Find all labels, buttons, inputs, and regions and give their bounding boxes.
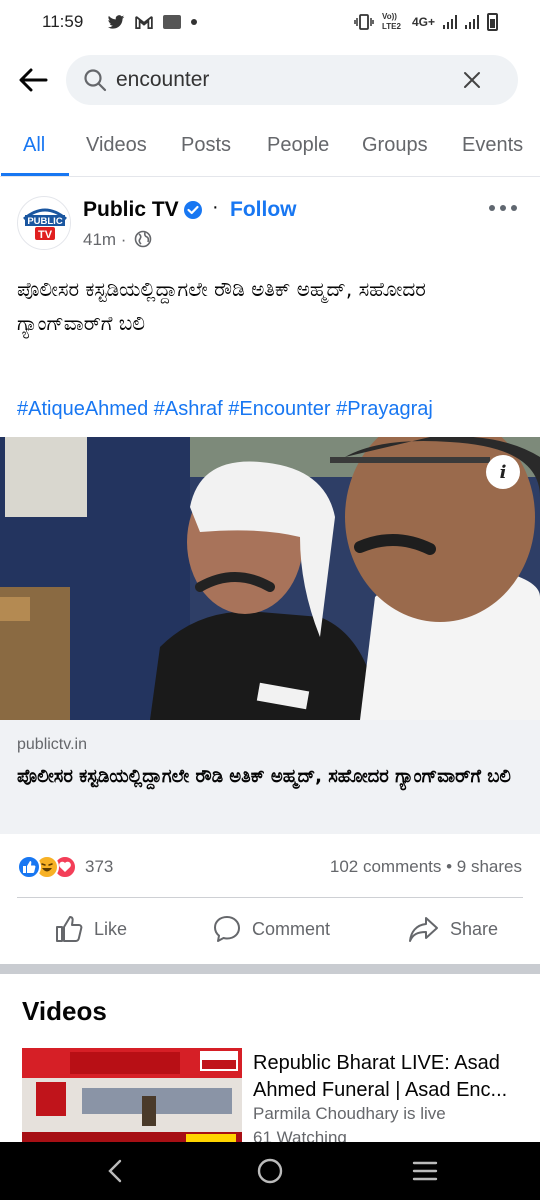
post-image[interactable] — [0, 437, 540, 720]
signal-icon — [443, 15, 457, 29]
comment-label: Comment — [252, 918, 331, 939]
svg-text:PUBLIC: PUBLIC — [27, 216, 63, 227]
reaction-count: 373 — [85, 857, 114, 876]
tab-all[interactable]: All — [23, 134, 45, 174]
system-navigation-bar — [0, 1142, 540, 1200]
like-icon — [56, 916, 83, 942]
globe-icon — [134, 230, 152, 248]
tab-people[interactable]: People — [267, 134, 329, 174]
section-separator — [0, 964, 540, 974]
page-avatar[interactable]: PUBLIC TV — [17, 196, 71, 250]
tabs-divider — [0, 176, 540, 177]
post-time: 41m · — [83, 230, 127, 249]
search-box[interactable] — [66, 55, 518, 105]
post-text: ಪೊಲೀಸರ ಕಸ್ಟಡಿಯಲ್ಲಿದ್ದಾಗಲೇ ರೌಡಿ ಅತಿಕ್ ಅಹ್… — [17, 277, 426, 335]
verified-badge-icon — [183, 200, 203, 220]
network-type: 4G+ — [411, 15, 435, 29]
more-options-icon[interactable] — [489, 198, 517, 218]
link-title: ಪೊಲೀಸರ ಕಸ್ಟಡಿಯಲ್ಲಿದ್ದಾಗಲೇ ರೌಡಿ ಅತಿಕ್ ಅಹ್… — [17, 766, 511, 787]
search-icon — [82, 67, 108, 93]
chevron-left-icon — [108, 1159, 122, 1183]
search-input[interactable] — [116, 68, 446, 92]
share-label: Share — [450, 918, 499, 939]
status-time: 11:59 — [42, 12, 84, 31]
follow-button[interactable]: Follow — [230, 198, 297, 222]
video-title[interactable]: Republic Bharat LIVE: Asad Ahmed Funeral… — [253, 1050, 523, 1104]
like-reaction-icon — [17, 855, 41, 879]
video-thumbnail-image — [22, 1048, 242, 1144]
like-button[interactable]: Like — [54, 912, 127, 946]
separator-dot: · — [212, 196, 219, 218]
share-button[interactable]: Share — [408, 912, 498, 946]
menu-lines-icon — [412, 1161, 438, 1181]
gmail-icon — [135, 15, 154, 29]
videos-section-title: Videos — [22, 996, 107, 1026]
signal-icon-2 — [465, 15, 479, 29]
info-button[interactable]: i — [486, 455, 520, 489]
home-circle-icon — [257, 1158, 283, 1184]
news-photo — [0, 437, 540, 720]
tab-posts[interactable]: Posts — [181, 134, 231, 174]
link-preview[interactable]: publictv.in ಪೊಲೀಸರ ಕಸ್ಟಡಿಯಲ್ಲಿದ್ದಾಗಲೇ ರೌ… — [0, 720, 540, 834]
back-button[interactable] — [0, 52, 66, 108]
paytm-icon — [163, 15, 182, 29]
link-domain: publictv.in — [17, 736, 87, 753]
tab-groups[interactable]: Groups — [362, 134, 428, 174]
battery-icon — [487, 13, 498, 31]
video-channel: Parmila Choudhary is live — [253, 1104, 446, 1123]
clear-search-button[interactable] — [460, 68, 484, 92]
actions-divider — [17, 897, 523, 898]
tab-events[interactable]: Events — [462, 134, 523, 174]
like-label: Like — [94, 918, 128, 939]
public-tv-logo: PUBLIC TV — [19, 198, 70, 249]
share-icon — [409, 917, 438, 942]
video-thumbnail[interactable] — [22, 1048, 242, 1144]
twitter-icon — [107, 14, 125, 30]
post-hashtags[interactable]: #AtiqueAhmed #Ashraf #Encounter #Prayagr… — [17, 398, 433, 421]
vibrate-icon — [354, 14, 374, 30]
search-header — [0, 52, 540, 108]
comment-button[interactable]: Comment — [212, 912, 330, 946]
page-name[interactable]: Public TV — [83, 198, 179, 222]
notification-dot-icon — [191, 19, 198, 25]
tab-videos[interactable]: Videos — [86, 134, 147, 174]
status-bar: 11:59 Vo)) LTE2 4G+ — [0, 0, 540, 44]
comment-icon — [214, 916, 240, 942]
reactions-summary[interactable]: 373 — [17, 854, 113, 880]
svg-text:TV: TV — [38, 229, 53, 241]
video-title-line-1: Republic Bharat LIVE: Asad — [253, 1052, 500, 1074]
nav-back-button[interactable] — [100, 1156, 130, 1186]
search-tabs: All Videos Posts People Groups Events — [0, 126, 540, 176]
network-label: Vo)) LTE2 — [381, 12, 401, 31]
nav-recents-button[interactable] — [410, 1156, 440, 1186]
back-arrow-icon — [19, 68, 48, 92]
video-title-line-2: Ahmed Funeral | Asad Enc... — [253, 1079, 508, 1101]
comments-shares-count[interactable]: 102 comments • 9 shares — [330, 857, 522, 877]
close-icon — [464, 72, 480, 88]
nav-home-button[interactable] — [255, 1156, 285, 1186]
